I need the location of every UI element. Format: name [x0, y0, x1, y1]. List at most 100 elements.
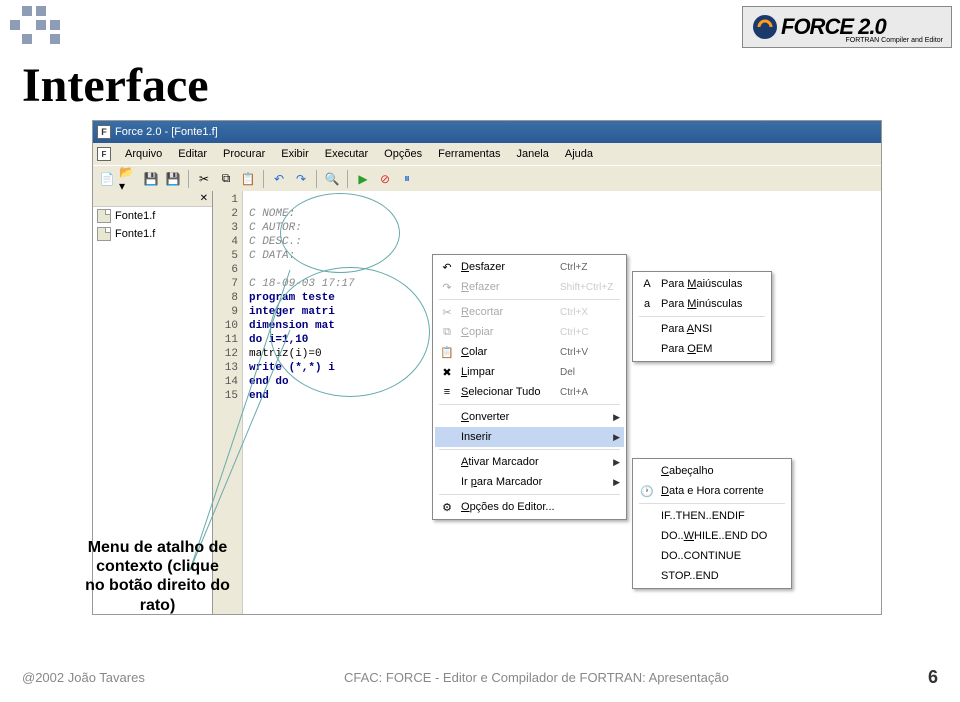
menu-editar[interactable]: Editar	[170, 148, 215, 160]
menu-item[interactable]: ⚙ Opções do Editor...	[435, 497, 624, 517]
insert-submenu: Cabeçalho 🕐 Data e Hora corrente IF..THEN..…	[632, 458, 792, 589]
brand-logo: FORCE 2.0 FORTRAN Compiler and Editor	[742, 6, 952, 48]
menu-icon: ✖	[439, 366, 455, 379]
search-button[interactable]: 🔍	[322, 169, 342, 189]
footer: @2002 João Tavares CFAC: FORCE - Editor …	[22, 667, 938, 688]
menu-item[interactable]: ≡Selecionar TudoCtrl+A	[435, 382, 624, 402]
cut-button[interactable]: ✂	[194, 169, 214, 189]
menu-icon: ⚙	[439, 501, 455, 514]
app-icon: F	[97, 125, 111, 139]
menu-icon: 📋	[439, 346, 455, 359]
submenu-arrow-icon: ▶	[613, 432, 620, 443]
menu-label: Colar	[461, 346, 554, 358]
copyright: @2002 João Tavares	[22, 670, 145, 685]
menu-icon: ⧉	[439, 326, 455, 339]
menu-label: Converter	[461, 411, 607, 423]
code-area[interactable]: C NOME:C AUTOR:C DESC.:C DATA:C 18-09-03…	[243, 191, 355, 614]
menu-procurar[interactable]: Procurar	[215, 148, 273, 160]
open-button[interactable]: 📂▾	[119, 169, 139, 189]
menu-icon: ↶	[439, 261, 455, 274]
menu-opcoes[interactable]: Opções	[376, 148, 430, 160]
menu-item[interactable]: a Para Minúsculas	[635, 294, 769, 314]
menu-label: Refazer	[461, 281, 554, 293]
new-button[interactable]: 📄	[97, 169, 117, 189]
footer-center: CFAC: FORCE - Editor e Compilador de FOR…	[145, 670, 928, 685]
file-item[interactable]: Fonte1.f	[93, 225, 212, 243]
menu-item: ⧉CopiarCtrl+C	[435, 322, 624, 342]
menu-label: Ir para Marcador	[461, 476, 607, 488]
menu-label: Limpar	[461, 366, 554, 378]
menu-item[interactable]: Ir para Marcador ▶	[435, 472, 624, 492]
menu-label: Para Maiúsculas	[661, 278, 765, 290]
stop-button[interactable]: ⊘	[375, 169, 395, 189]
menubar: F Arquivo Editar Procurar Exibir Executa…	[93, 143, 881, 165]
callout-text: Menu de atalho de contexto (clique no bo…	[85, 538, 230, 615]
menu-ajuda[interactable]: Ajuda	[557, 148, 601, 160]
menu-item[interactable]: Converter▶	[435, 407, 624, 427]
menu-item[interactable]: ✖LimparDel	[435, 362, 624, 382]
menu-item: ✂RecortarCtrl+X	[435, 302, 624, 322]
menu-item: ↷RefazerShift+Ctrl+Z	[435, 277, 624, 297]
menu-label: Opções do Editor...	[461, 501, 620, 513]
menu-exibir[interactable]: Exibir	[273, 148, 317, 160]
menu-item[interactable]: ↶DesfazerCtrl+Z	[435, 257, 624, 277]
menu-item[interactable]: Para ANSI	[635, 319, 769, 339]
context-menu: ↶DesfazerCtrl+Z↷RefazerShift+Ctrl+Z✂Reco…	[432, 254, 627, 520]
menu-label: Copiar	[461, 326, 554, 338]
menu-arquivo[interactable]: Arquivo	[117, 148, 170, 160]
menu-item[interactable]: IF..THEN..ENDIF	[635, 506, 789, 526]
menu-item[interactable]: Para OEM	[635, 339, 769, 359]
menu-item[interactable]: Cabeçalho	[635, 461, 789, 481]
brand-sub: FORTRAN Compiler and Editor	[845, 37, 943, 44]
save-button[interactable]: 💾	[141, 169, 161, 189]
doc-icon[interactable]: F	[97, 147, 111, 161]
menu-label: Cabeçalho	[661, 465, 785, 477]
file-item[interactable]: Fonte1.f	[93, 207, 212, 225]
toolbar: 📄 📂▾ 💾 💾 ✂ ⧉ 📋 ↶ ↷ 🔍 ▶ ⊘ ⏸	[93, 165, 881, 191]
menu-item[interactable]: STOP..END	[635, 566, 789, 586]
saveall-button[interactable]: 💾	[163, 169, 183, 189]
menu-item[interactable]: 🕐 Data e Hora corrente	[635, 481, 789, 501]
menu-janela[interactable]: Janela	[508, 148, 556, 160]
menu-ferramentas[interactable]: Ferramentas	[430, 148, 508, 160]
menu-label: STOP..END	[661, 570, 785, 582]
menu-icon: A	[639, 278, 655, 290]
menu-icon: ≡	[439, 386, 455, 398]
menu-item[interactable]: DO..CONTINUE	[635, 546, 789, 566]
menu-label: Inserir	[461, 431, 607, 443]
menu-label: Selecionar Tudo	[461, 386, 554, 398]
menu-label: DO..CONTINUE	[661, 550, 785, 562]
page-number: 6	[928, 667, 938, 688]
undo-button[interactable]: ↶	[269, 169, 289, 189]
deco-squares	[10, 6, 70, 51]
menu-label: Recortar	[461, 306, 554, 318]
menu-item[interactable]: 📋ColarCtrl+V	[435, 342, 624, 362]
titlebar[interactable]: F Force 2.0 - [Fonte1.f]	[93, 121, 881, 143]
file-icon	[97, 209, 111, 223]
window-title: Force 2.0 - [Fonte1.f]	[115, 126, 218, 138]
menu-label: Desfazer	[461, 261, 554, 273]
submenu-arrow-icon: ▶	[613, 457, 620, 468]
menu-label: IF..THEN..ENDIF	[661, 510, 785, 522]
menu-executar[interactable]: Executar	[317, 148, 376, 160]
menu-item[interactable]: DO..WHILE..END DO	[635, 526, 789, 546]
redo-button[interactable]: ↷	[291, 169, 311, 189]
menu-item[interactable]: Inserir ▶	[435, 427, 624, 447]
menu-label: Data e Hora corrente	[661, 485, 785, 497]
menu-label: DO..WHILE..END DO	[661, 530, 785, 542]
copy-button[interactable]: ⧉	[216, 169, 236, 189]
menu-icon: 🕐	[639, 485, 655, 498]
menu-label: Para Minúsculas	[661, 298, 765, 310]
run-button[interactable]: ▶	[353, 169, 373, 189]
menu-item[interactable]: Ativar Marcador ▶	[435, 452, 624, 472]
panel-close[interactable]: ✕	[93, 191, 212, 207]
menu-label: Para ANSI	[661, 323, 765, 335]
pause-button[interactable]: ⏸	[397, 169, 417, 189]
page-title: Interface	[22, 58, 209, 113]
menu-label: Ativar Marcador	[461, 456, 607, 468]
submenu-arrow-icon: ▶	[613, 477, 620, 488]
paste-button[interactable]: 📋	[238, 169, 258, 189]
menu-icon: a	[639, 298, 655, 310]
menu-icon: ↷	[439, 281, 455, 294]
menu-item[interactable]: A Para Maiúsculas	[635, 274, 769, 294]
